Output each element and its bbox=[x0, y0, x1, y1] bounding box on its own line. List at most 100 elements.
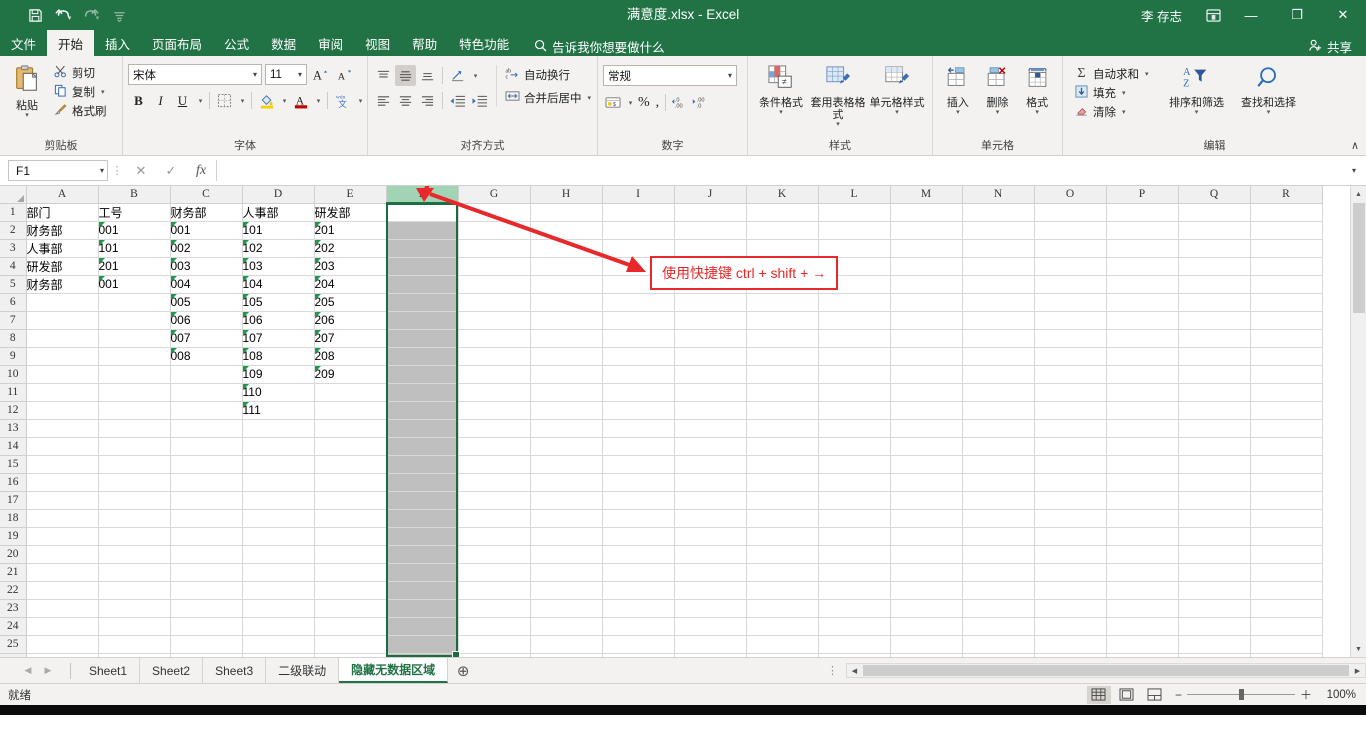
column-header-d[interactable]: D bbox=[241, 186, 315, 204]
phonetic-guide-button[interactable]: wén 文 bbox=[332, 90, 353, 111]
cell-A4[interactable]: 研发部 bbox=[26, 257, 99, 276]
cell-H12[interactable] bbox=[530, 401, 603, 420]
cell-Q10[interactable] bbox=[1178, 365, 1251, 384]
cell-R10[interactable] bbox=[1250, 365, 1323, 384]
cell-H13[interactable] bbox=[530, 419, 603, 438]
cell-A21[interactable] bbox=[26, 563, 99, 582]
cell-M25[interactable] bbox=[890, 635, 963, 654]
horizontal-scroll-thumb[interactable] bbox=[863, 665, 1349, 676]
sort-filter-caret-icon[interactable]: ▾ bbox=[1195, 109, 1199, 116]
cell-L13[interactable] bbox=[818, 419, 891, 438]
merge-caret-icon[interactable]: ▾ bbox=[588, 94, 592, 102]
cell-J10[interactable] bbox=[674, 365, 747, 384]
cell-M22[interactable] bbox=[890, 581, 963, 600]
cell-G11[interactable] bbox=[458, 383, 531, 402]
decrease-decimal-button[interactable]: .00.0 bbox=[690, 92, 711, 113]
cell-E2[interactable]: 201 bbox=[314, 221, 387, 240]
increase-font-size-button[interactable]: A bbox=[310, 64, 331, 85]
cell-A3[interactable]: 人事部 bbox=[26, 239, 99, 258]
cell-C20[interactable] bbox=[170, 545, 243, 564]
cell-P24[interactable] bbox=[1106, 617, 1179, 636]
cell-O23[interactable] bbox=[1034, 599, 1107, 618]
cell-R4[interactable] bbox=[1250, 257, 1323, 276]
cell-Q18[interactable] bbox=[1178, 509, 1251, 528]
cell-E15[interactable] bbox=[314, 455, 387, 474]
row-header-26[interactable]: 26 bbox=[0, 652, 27, 657]
cell-F9[interactable] bbox=[386, 347, 459, 366]
cell-R13[interactable] bbox=[1250, 419, 1323, 438]
cell-F15[interactable] bbox=[386, 455, 459, 474]
cell-I20[interactable] bbox=[602, 545, 675, 564]
cell-N18[interactable] bbox=[962, 509, 1035, 528]
scroll-left-icon[interactable]: ◀ bbox=[847, 664, 862, 677]
cell-K18[interactable] bbox=[746, 509, 819, 528]
cell-styles-caret-icon[interactable]: ▾ bbox=[895, 109, 899, 116]
cell-E22[interactable] bbox=[314, 581, 387, 600]
row-header-21[interactable]: 21 bbox=[0, 562, 27, 582]
cell-O22[interactable] bbox=[1034, 581, 1107, 600]
cell-C16[interactable] bbox=[170, 473, 243, 492]
name-box[interactable]: F1 ▾ bbox=[8, 160, 108, 181]
cell-D16[interactable] bbox=[242, 473, 315, 492]
cell-B24[interactable] bbox=[98, 617, 171, 636]
cell-I12[interactable] bbox=[602, 401, 675, 420]
cell-M6[interactable] bbox=[890, 293, 963, 312]
align-center-button[interactable] bbox=[395, 90, 416, 111]
cell-I21[interactable] bbox=[602, 563, 675, 582]
cell-B20[interactable] bbox=[98, 545, 171, 564]
cell-R20[interactable] bbox=[1250, 545, 1323, 564]
cell-M19[interactable] bbox=[890, 527, 963, 546]
undo-caret-icon[interactable]: ▾ bbox=[68, 14, 72, 22]
cell-M20[interactable] bbox=[890, 545, 963, 564]
cell-F5[interactable] bbox=[386, 275, 459, 294]
cell-D26[interactable] bbox=[242, 653, 315, 657]
cell-K12[interactable] bbox=[746, 401, 819, 420]
cell-N2[interactable] bbox=[962, 221, 1035, 240]
cell-G18[interactable] bbox=[458, 509, 531, 528]
number-format-caret-icon[interactable]: ▾ bbox=[726, 71, 734, 80]
cell-J7[interactable] bbox=[674, 311, 747, 330]
cell-N13[interactable] bbox=[962, 419, 1035, 438]
cell-D11[interactable]: 110 bbox=[242, 383, 315, 402]
cell-M26[interactable] bbox=[890, 653, 963, 657]
cell-B9[interactable] bbox=[98, 347, 171, 366]
fill-button[interactable]: 填充 ▾ bbox=[1072, 84, 1153, 102]
tab-page-layout[interactable]: 页面布局 bbox=[141, 30, 213, 56]
cell-J17[interactable] bbox=[674, 491, 747, 510]
cell-P18[interactable] bbox=[1106, 509, 1179, 528]
scroll-right-icon[interactable]: ▶ bbox=[1350, 664, 1365, 677]
cell-C17[interactable] bbox=[170, 491, 243, 510]
cell-K8[interactable] bbox=[746, 329, 819, 348]
sheet-tab-erji-liandong[interactable]: 二级联动 bbox=[266, 658, 340, 683]
cell-E9[interactable]: 208 bbox=[314, 347, 387, 366]
minimize-button[interactable]: — bbox=[1228, 0, 1274, 30]
tab-insert[interactable]: 插入 bbox=[94, 30, 141, 56]
tab-home[interactable]: 开始 bbox=[47, 30, 95, 56]
cell-G24[interactable] bbox=[458, 617, 531, 636]
cell-A15[interactable] bbox=[26, 455, 99, 474]
cell-B19[interactable] bbox=[98, 527, 171, 546]
cell-R15[interactable] bbox=[1250, 455, 1323, 474]
cell-J13[interactable] bbox=[674, 419, 747, 438]
cell-Q19[interactable] bbox=[1178, 527, 1251, 546]
cell-F12[interactable] bbox=[386, 401, 459, 420]
cell-G3[interactable] bbox=[458, 239, 531, 258]
row-header-22[interactable]: 22 bbox=[0, 580, 27, 600]
cell-O17[interactable] bbox=[1034, 491, 1107, 510]
cell-F18[interactable] bbox=[386, 509, 459, 528]
cell-R7[interactable] bbox=[1250, 311, 1323, 330]
align-bottom-button[interactable] bbox=[417, 65, 438, 86]
cell-H24[interactable] bbox=[530, 617, 603, 636]
cell-M12[interactable] bbox=[890, 401, 963, 420]
vertical-scrollbar[interactable]: ▲ ▼ bbox=[1350, 186, 1366, 657]
row-header-17[interactable]: 17 bbox=[0, 490, 27, 510]
cell-R21[interactable] bbox=[1250, 563, 1323, 582]
comma-style-button[interactable]: , bbox=[653, 92, 663, 113]
cell-A20[interactable] bbox=[26, 545, 99, 564]
cell-O6[interactable] bbox=[1034, 293, 1107, 312]
cell-J8[interactable] bbox=[674, 329, 747, 348]
cell-N5[interactable] bbox=[962, 275, 1035, 294]
cell-O11[interactable] bbox=[1034, 383, 1107, 402]
cell-F25[interactable] bbox=[386, 635, 459, 654]
cell-F24[interactable] bbox=[386, 617, 459, 636]
